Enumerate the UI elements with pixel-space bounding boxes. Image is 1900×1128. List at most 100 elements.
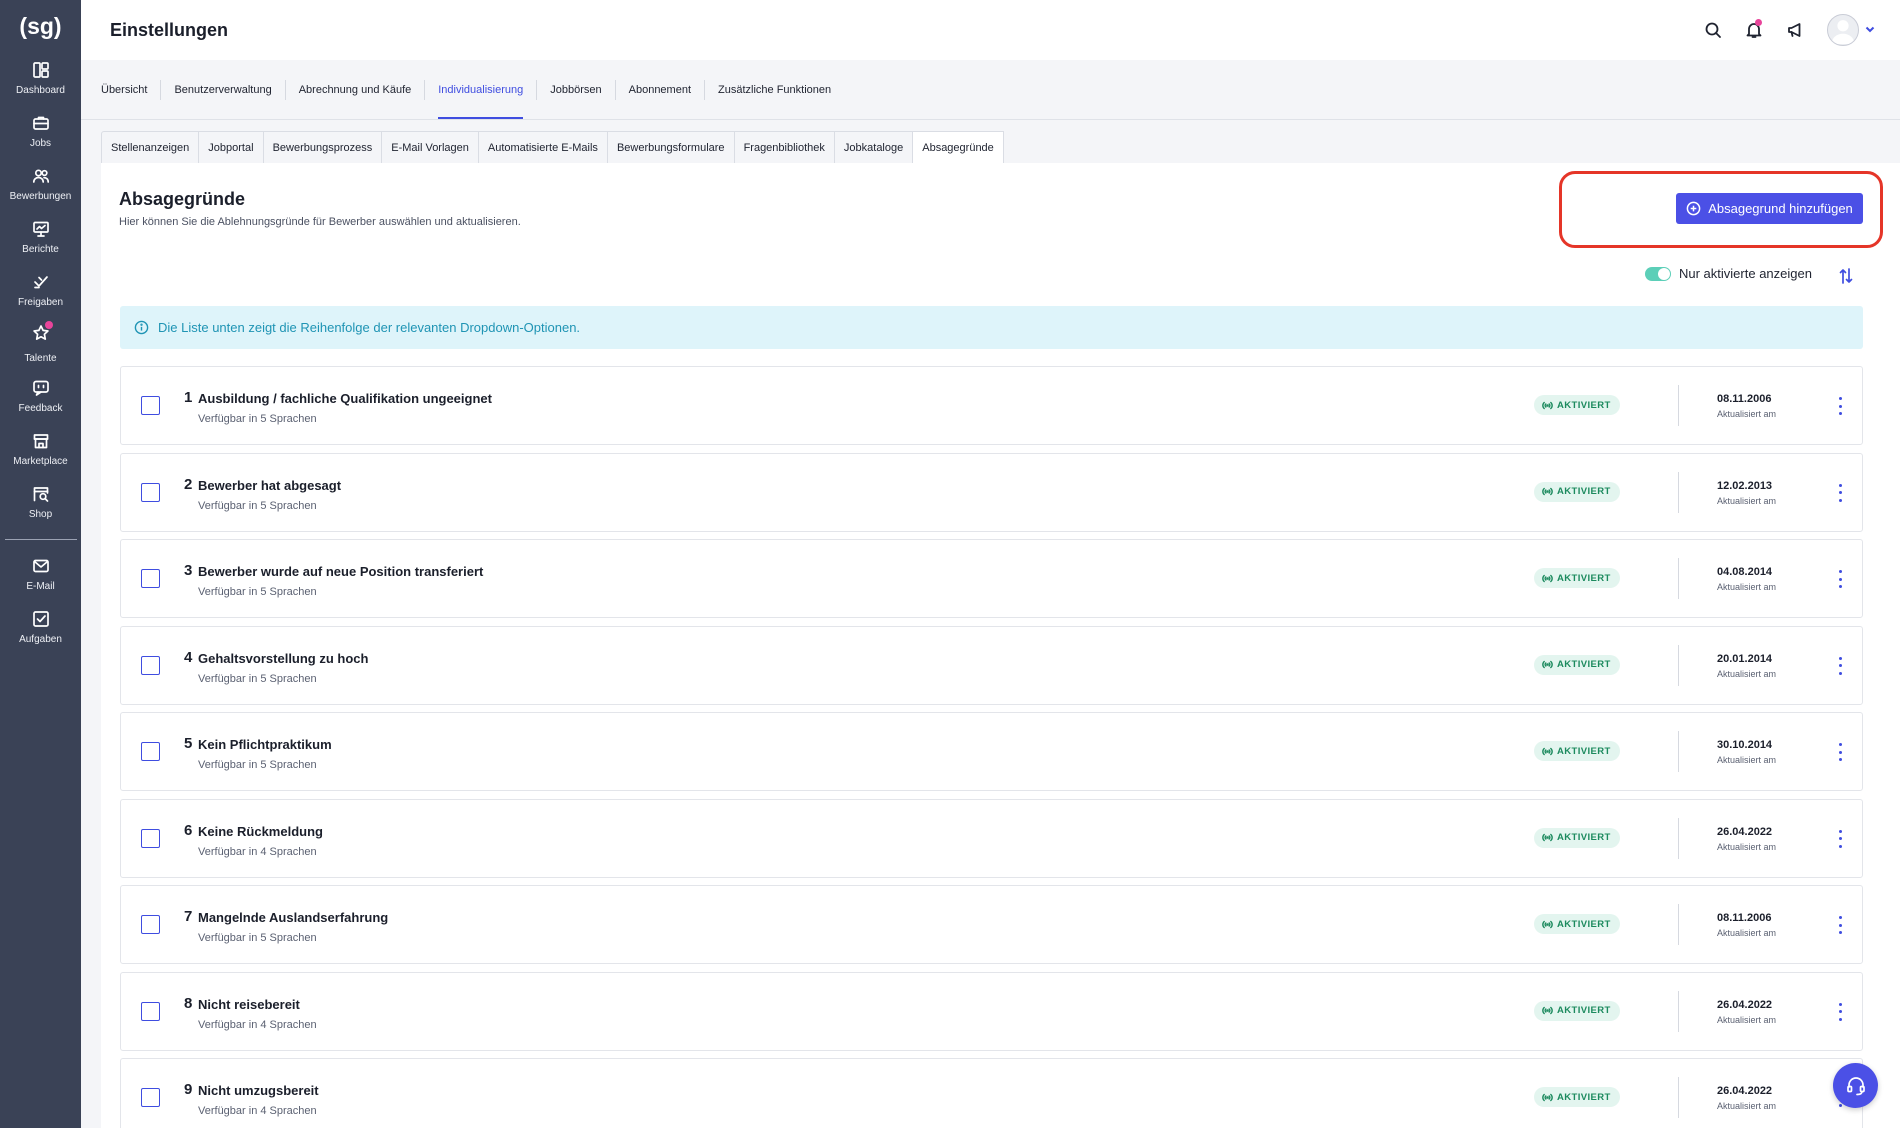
row-checkbox[interactable] <box>141 828 160 848</box>
user-avatar-icon <box>1831 20 1855 44</box>
sidebar-item-aufgaben[interactable]: Aufgaben <box>0 601 81 654</box>
broadcast-icon <box>1542 1093 1553 1101</box>
sidebar-item-freigaben[interactable]: Freigaben <box>0 264 81 317</box>
dashboard-icon <box>32 62 49 78</box>
notification-dot <box>1755 19 1762 26</box>
status-badge: AKTIVIERT <box>1534 654 1620 675</box>
row-checkbox[interactable] <box>141 1088 160 1107</box>
search-button[interactable] <box>1692 21 1733 39</box>
row-more-menu[interactable] <box>1834 397 1846 415</box>
add-rejection-reason-button[interactable]: Absagegrund hinzufügen <box>1676 193 1863 224</box>
sidebar-item-marketplace[interactable]: Marketplace <box>0 423 81 476</box>
kebab-dot <box>1838 1010 1842 1013</box>
account-menu-toggle[interactable] <box>1865 21 1875 39</box>
list-item[interactable]: 8 Nicht reisebereit Verfügbar in 4 Sprache… <box>120 971 1863 1051</box>
list-item[interactable]: 2 Bewerber hat abgesagt Verfügbar in 5 Spr… <box>120 452 1863 532</box>
list-item[interactable]: 3 Bewerber wurde auf neue Position transf… <box>120 539 1863 618</box>
message-icon <box>32 380 49 396</box>
subtab-absagegruende[interactable]: Absagegründe <box>913 131 1004 164</box>
status-text: AKTIVIERT <box>1557 832 1611 843</box>
star-icon-wrap <box>32 320 53 347</box>
row-checkbox[interactable] <box>141 1001 160 1021</box>
list-item[interactable]: 6 Keine Rückmeldung Verfügbar in 4 Sprache… <box>120 798 1863 878</box>
subtab-stellenanzeigen[interactable]: Stellenanzeigen <box>101 131 200 164</box>
row-more-menu[interactable] <box>1834 570 1846 588</box>
top-header: Einstellungen <box>81 0 1900 60</box>
row-title: Gehaltsvorstellung zu hoch <box>198 650 369 666</box>
list-item[interactable]: 4 Gehaltsvorstellung zu hoch Verfügbar in … <box>120 625 1863 705</box>
row-title: Bewerber hat abgesagt <box>198 477 342 493</box>
sidebar-item-label: E-Mail <box>26 581 55 592</box>
tab-individualisierung[interactable]: Individualisierung <box>424 79 536 119</box>
list-item[interactable]: 1 Ausbildung / fachliche Qualifikation un… <box>120 366 1863 445</box>
sidebar-item-label: Shop <box>28 509 53 520</box>
list-item[interactable]: 5 Kein Pflichtpraktikum Verfügbar in 5 Spr… <box>120 712 1863 791</box>
row-checkbox[interactable] <box>141 569 160 588</box>
tab-benutzerverwaltung[interactable]: Benutzerverwaltung <box>160 79 284 100</box>
row-more-menu[interactable] <box>1834 656 1846 675</box>
store-icon <box>33 434 48 449</box>
row-divider <box>1678 558 1679 599</box>
subtab-bewerbungsformulare[interactable]: Bewerbungsformulare <box>607 131 735 164</box>
row-more-menu[interactable] <box>1834 829 1846 848</box>
row-languages: Verfügbar in 5 Sprachen <box>198 413 317 425</box>
subtab-bewerbungsprozess[interactable]: Bewerbungsprozess <box>263 131 383 164</box>
section-title: Absagegründe <box>119 189 246 209</box>
tab-abonnement[interactable]: Abonnement <box>614 79 704 100</box>
sidebar-item-label: Jobs <box>29 138 52 149</box>
subtab-email-vorlagen[interactable]: E-Mail Vorlagen <box>382 131 479 164</box>
row-checkbox[interactable] <box>141 396 160 415</box>
kebab-dot <box>1838 656 1842 660</box>
row-updated-label: Aktualisiert am <box>1717 582 1777 592</box>
sidebar-item-shop[interactable]: Shop <box>0 476 81 529</box>
shop-search-icon <box>33 487 48 502</box>
sidebar-item-berichte[interactable]: Berichte <box>0 211 81 264</box>
subtab-fragenbibliothek[interactable]: Fragenbibliothek <box>734 131 835 164</box>
list-item[interactable]: 7 Mangelnde Auslandserfahrung Verfügbar in… <box>120 885 1863 964</box>
row-checkbox[interactable] <box>141 742 160 761</box>
subtab-jobkataloge[interactable]: Jobkataloge <box>834 131 914 164</box>
subtab-automatisierte-emails[interactable]: Automatisierte E-Mails <box>478 131 608 164</box>
row-checkbox[interactable] <box>141 482 160 502</box>
tab-jobboersen[interactable]: Jobbörsen <box>536 79 614 100</box>
broadcast-icon <box>1542 1006 1553 1015</box>
sidebar-item-talente[interactable]: Talente <box>0 317 81 370</box>
sidebar-item-feedback[interactable]: Feedback <box>0 370 81 423</box>
subtab-jobportal[interactable]: Jobportal <box>199 131 264 164</box>
sidebar-item-email[interactable]: E-Mail <box>0 548 81 601</box>
sidebar-item-label: Bewerbungen <box>9 191 72 202</box>
row-more-menu[interactable] <box>1834 483 1846 502</box>
row-updated-date: 12.02.2013 <box>1717 479 1773 492</box>
sidebar: (sg) Dashboard Jobs Bewerbungen Berichte… <box>0 0 81 1128</box>
tab-abrechnung-und-kaeufe[interactable]: Abrechnung und Käufe <box>284 79 425 100</box>
row-more-menu[interactable] <box>1834 916 1846 934</box>
notifications-button[interactable] <box>1733 19 1774 39</box>
active-only-label: Nur aktivierte anzeigen <box>1679 266 1812 281</box>
row-more-menu[interactable] <box>1834 1002 1846 1021</box>
sub-tabs: Stellenanzeigen Jobportal Bewerbungsproz… <box>101 131 1004 164</box>
avatar[interactable] <box>1827 14 1859 46</box>
active-only-toggle[interactable] <box>1645 266 1671 281</box>
announcements-button[interactable] <box>1774 21 1815 39</box>
tab-zusaetzliche-funktionen[interactable]: Zusätzliche Funktionen <box>704 79 844 100</box>
status-text: AKTIVIERT <box>1557 918 1611 930</box>
sidebar-item-dashboard[interactable]: Dashboard <box>0 52 81 105</box>
row-more-menu[interactable] <box>1834 743 1846 761</box>
app-logo[interactable]: (sg) <box>0 0 81 52</box>
row-number: 5 <box>184 735 193 752</box>
kebab-dot <box>1838 931 1842 934</box>
support-chat-button[interactable] <box>1833 1063 1878 1108</box>
list-item[interactable]: 9 Nicht umzugsbereit Verfügbar in 4 Sprach… <box>120 1058 1863 1128</box>
sidebar-item-jobs[interactable]: Jobs <box>0 105 81 158</box>
row-checkbox[interactable] <box>141 915 160 934</box>
page-title: Einstellungen <box>110 19 229 40</box>
sort-button[interactable] <box>1838 267 1854 290</box>
row-checkbox[interactable] <box>141 655 160 675</box>
sidebar-item-label: Berichte <box>22 244 59 255</box>
headset-icon <box>1846 1076 1865 1095</box>
sidebar-item-bewerbungen[interactable]: Bewerbungen <box>0 158 81 211</box>
broadcast-icon <box>1542 747 1553 755</box>
mail-icon <box>32 559 49 573</box>
tab-uebersicht[interactable]: Übersicht <box>101 80 160 100</box>
sidebar-item-label: Dashboard <box>16 85 65 96</box>
